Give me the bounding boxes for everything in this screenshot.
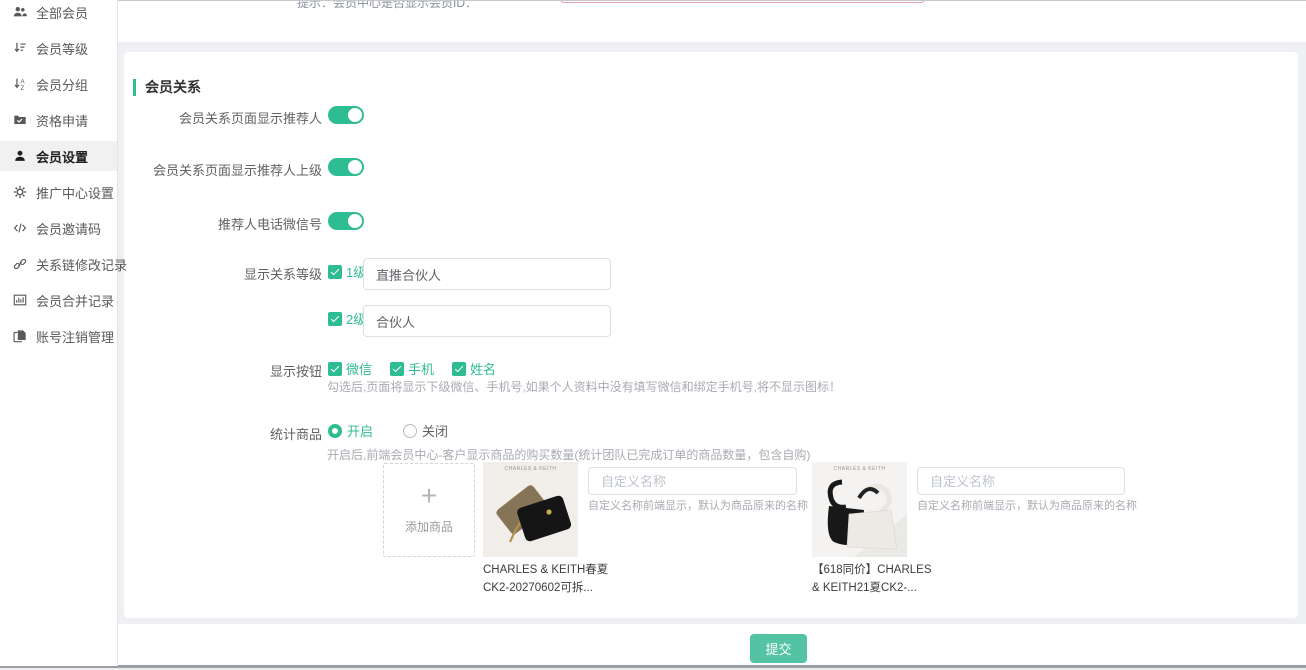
custom-name-input-2[interactable] [917, 467, 1125, 495]
product-name-line1: 【618同价】CHARLES [812, 561, 922, 579]
code-icon [13, 221, 27, 235]
checkbox-name[interactable]: 姓名 [452, 359, 496, 378]
link-icon [13, 257, 27, 271]
member-id-hint: 提示：会员中心是否显示会员ID： [297, 0, 477, 11]
checkbox-checked-icon[interactable] [328, 362, 342, 376]
sort-alpha-icon: AZ [13, 77, 27, 91]
custom-name-input-1[interactable] [588, 467, 797, 495]
top-partial-card: 提示：会员中心是否显示会员ID： [118, 0, 1306, 42]
sidebar-item-label: 资格申请 [36, 111, 88, 130]
radio-stat-off[interactable]: 关闭 [403, 421, 448, 441]
submit-button[interactable]: 提交 [750, 634, 807, 663]
checkbox-phone[interactable]: 手机 [390, 359, 434, 378]
checkbox-label: 姓名 [470, 362, 496, 377]
sidebar-item-label: 账号注销管理 [36, 327, 114, 346]
sidebar-item-member-levels[interactable]: 会员等级 [0, 33, 117, 63]
toggle-show-referrer-upline[interactable] [328, 158, 364, 176]
handbag-illustration [812, 462, 907, 557]
users-icon [13, 5, 27, 19]
sidebar-item-merge-log[interactable]: 会员合并记录 [0, 285, 117, 315]
sidebar-item-relation-log[interactable]: 关系链修改记录 [0, 249, 117, 279]
sort-amount-icon [13, 41, 27, 55]
sidebar-item-label: 会员合并记录 [36, 291, 114, 310]
radio-unselected-icon[interactable] [403, 424, 417, 438]
plus-icon: + [384, 482, 474, 510]
checkbox-checked-icon[interactable] [328, 265, 342, 279]
sidebar: 全部会员 会员等级 AZ 会员分组 资格申请 会员设置 [0, 0, 118, 666]
checkbox-label: 手机 [408, 362, 434, 377]
footer-bar [118, 624, 1306, 666]
member-relation-card [124, 52, 1298, 618]
svg-text:Z: Z [20, 85, 24, 91]
checkbox-level-2[interactable]: 2级 [328, 309, 366, 328]
sidebar-item-label: 会员设置 [36, 147, 88, 166]
product-name-line1: CHARLES & KEITH春夏 [483, 561, 593, 579]
product-image-2: CHARLES & KEITH [812, 462, 907, 557]
sidebar-item-label: 会员分组 [36, 75, 88, 94]
product-name-line2: & KEITH21夏CK2-... [812, 579, 922, 597]
bar-chart-icon [13, 293, 27, 307]
user-icon [13, 149, 27, 163]
stat-goods-hint: 开启后,前端会员中心-客户显示商品的购买数量(统计团队已完成订单的商品数量，包含… [327, 446, 810, 463]
sidebar-item-invite-code[interactable]: 会员邀请码 [0, 213, 117, 243]
gear-icon [13, 185, 27, 199]
sidebar-item-label: 会员邀请码 [36, 219, 101, 238]
show-buttons-hint: 勾选后,页面将显示下级微信、手机号,如果个人资料中没有填写微信和绑定手机号,将不… [327, 378, 841, 395]
level-1-name-input[interactable] [363, 258, 611, 290]
checkbox-label: 微信 [346, 362, 372, 377]
radio-selected-icon[interactable] [328, 424, 342, 438]
sidebar-item-member-settings[interactable]: 会员设置 [0, 141, 117, 171]
product-brand-text: CHARLES & KEITH [812, 466, 907, 472]
add-product-label: 添加商品 [384, 518, 474, 535]
radio-label: 开启 [347, 424, 373, 439]
custom-name-hint-1: 自定义名称前端显示，默认为商品原来的名称 [588, 497, 808, 513]
checkbox-checked-icon[interactable] [452, 362, 466, 376]
radio-stat-on[interactable]: 开启 [328, 421, 373, 441]
add-product-button[interactable]: + 添加商品 [383, 463, 475, 557]
custom-name-hint-2: 自定义名称前端显示，默认为商品原来的名称 [917, 497, 1137, 513]
handbag-illustration [483, 462, 578, 557]
toggle-referrer-phone-wechat[interactable] [328, 212, 364, 230]
radio-label: 关闭 [422, 424, 448, 439]
product-brand-text: CHARLES & KEITH [483, 466, 578, 472]
product-image-1: CHARLES & KEITH [483, 462, 578, 557]
member-settings-page: 提示：会员中心是否显示会员ID： 全部会员 会员等级 AZ 会员分组 [0, 0, 1306, 670]
sidebar-item-label: 推广中心设置 [36, 183, 114, 202]
toggle-show-referrer[interactable] [328, 106, 364, 124]
sidebar-item-qualification[interactable]: 资格申请 [0, 105, 117, 135]
section-title-member-relation: 会员关系 [133, 79, 201, 96]
sidebar-item-member-groups[interactable]: AZ 会员分组 [0, 69, 117, 99]
sidebar-item-account-cancel[interactable]: 账号注销管理 [0, 321, 117, 351]
highlighted-input-cutoff[interactable] [560, 0, 925, 3]
checkbox-level-1[interactable]: 1级 [328, 262, 366, 281]
folder-check-icon [13, 113, 27, 127]
sidebar-item-all-members[interactable]: 全部会员 [0, 0, 117, 27]
copy-icon [13, 329, 27, 343]
level-2-name-input[interactable] [363, 305, 611, 337]
checkbox-checked-icon[interactable] [390, 362, 404, 376]
checkbox-checked-icon[interactable] [328, 312, 342, 326]
checkbox-wechat[interactable]: 微信 [328, 359, 372, 378]
product-name-line2: CK2-20270602可拆... [483, 579, 593, 597]
sidebar-item-promotion-center[interactable]: 推广中心设置 [0, 177, 117, 207]
sidebar-item-label: 全部会员 [36, 3, 88, 22]
sidebar-item-label: 会员等级 [36, 39, 88, 58]
sidebar-item-label: 关系链修改记录 [36, 255, 127, 274]
